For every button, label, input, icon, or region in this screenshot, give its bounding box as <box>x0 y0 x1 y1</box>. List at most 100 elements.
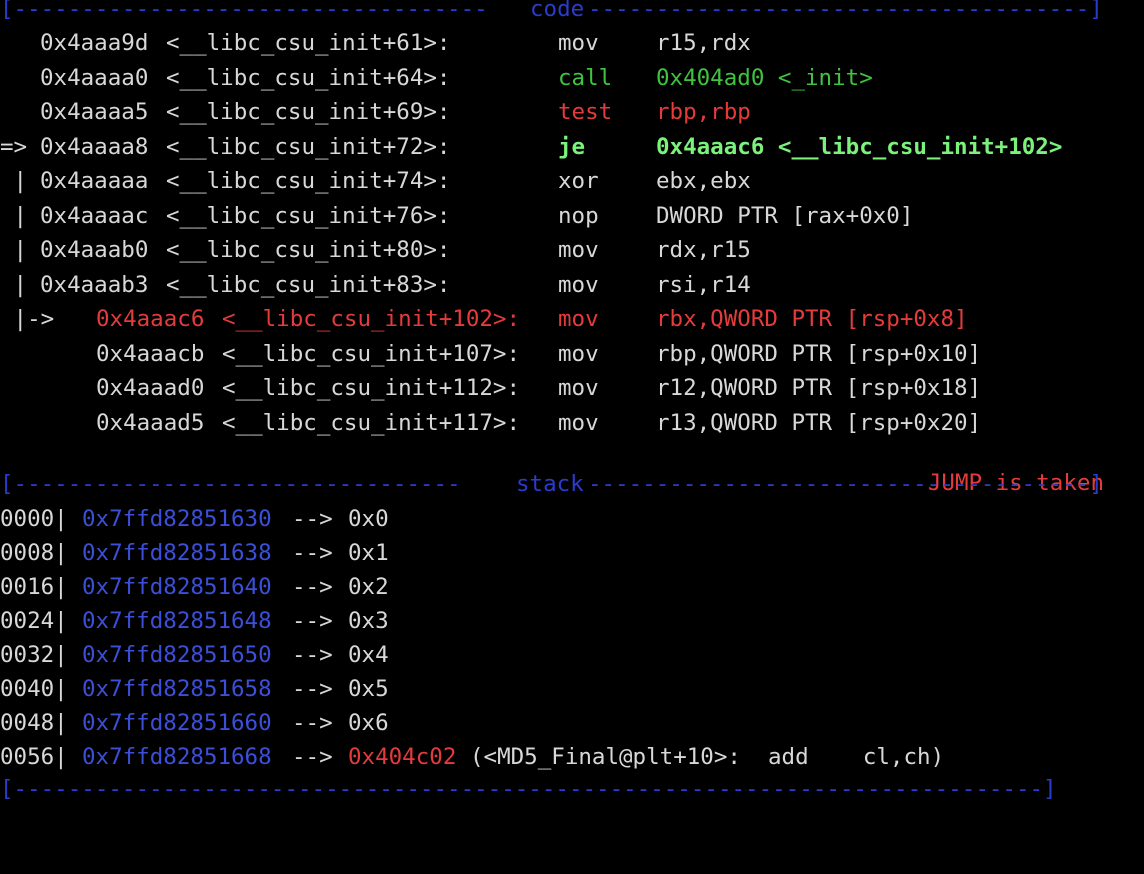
stack-address: 0x7ffd82851668 <box>82 744 272 770</box>
code-line: 0x4aaaa5 <__libc_csu_init+69>: test rbp,rbp <box>0 95 1144 129</box>
code-symbol: <__libc_csu_init+112>: <box>222 375 521 401</box>
stack-arrow: --> <box>292 676 333 702</box>
code-address: 0x4aaad0 <box>96 375 205 401</box>
stack-value: 0x0 <box>348 506 389 532</box>
code-mnemonic: nop <box>558 202 599 229</box>
code-marker: | <box>0 202 28 229</box>
stack-line: 0032| 0x7ffd82851650 --> 0x4 <box>0 638 1144 672</box>
code-line: | 0x4aaab0 <__libc_csu_init+80>: mov rdx,r15 <box>0 233 1144 267</box>
stack-address: 0x7ffd82851660 <box>82 710 272 736</box>
code-operands: rbx,QWORD PTR [rsp+0x8] <box>656 306 968 332</box>
stack-value: 0x5 <box>348 676 389 702</box>
stack-arrow: --> <box>292 506 333 532</box>
code-address: 0x4aaab0 <box>40 237 149 263</box>
stack-arrow: --> <box>292 540 333 566</box>
stack-line: 0016| 0x7ffd82851640 --> 0x2 <box>0 570 1144 604</box>
code-symbol: <__libc_csu_init+69>: <box>166 99 451 125</box>
stack-section-header: [--------------------------------- stack… <box>0 467 1144 501</box>
code-address: 0x4aaac6 <box>96 306 205 332</box>
code-line: | 0x4aaaaa <__libc_csu_init+74>: xor ebx,ebx <box>0 164 1144 198</box>
code-symbol: <__libc_csu_init+107>: <box>222 340 521 367</box>
code-symbol: <__libc_csu_init+76>: <box>166 202 451 229</box>
code-address: 0x4aaaa5 <box>40 99 149 125</box>
bottom-separator: [---------------------------------------… <box>0 776 1057 802</box>
code-address: 0x4aaacb <box>96 340 205 367</box>
stack-value: 0x404c02 <box>348 744 457 770</box>
jump-status-line: JUMP is taken <box>0 432 1144 496</box>
code-mnemonic: test <box>558 99 613 125</box>
stack-address: 0x7ffd82851640 <box>82 574 272 600</box>
stack-address: 0x7ffd82851658 <box>82 676 272 702</box>
code-symbol: <__libc_csu_init+74>: <box>166 168 451 194</box>
code-mnemonic: mov <box>558 375 599 401</box>
stack-offset: 0024| <box>0 608 68 634</box>
code-operands: rbp,QWORD PTR [rsp+0x10] <box>656 340 982 367</box>
code-mnemonic: mov <box>558 237 599 263</box>
stack-line: 0000| 0x7ffd82851630 --> 0x0 <box>0 502 1144 536</box>
code-line: => 0x4aaaa8 <__libc_csu_init+72>: je 0x4aaac… <box>0 130 1144 164</box>
code-operands: ebx,ebx <box>656 168 751 194</box>
code-line: 0x4aaa9d <__libc_csu_init+61>: mov r15,rdx <box>0 26 1144 60</box>
code-marker: | <box>0 237 28 263</box>
code-mnemonic: mov <box>558 306 599 332</box>
stack-offset: 0040| <box>0 676 68 702</box>
stack-offset: 0048| <box>0 710 68 736</box>
stack-header-title: stack <box>516 471 584 497</box>
code-header-title: code <box>530 0 585 22</box>
stack-address: 0x7ffd82851650 <box>82 642 272 668</box>
code-mnemonic: xor <box>558 168 599 194</box>
code-line: | 0x4aaab3 <__libc_csu_init+83>: mov rsi,r14 <box>0 268 1144 302</box>
code-symbol: <__libc_csu_init+72>: <box>166 133 451 160</box>
code-line: 0x4aaaa0 <__libc_csu_init+64>: call 0x404ad… <box>0 61 1144 95</box>
code-address: 0x4aaab3 <box>40 271 149 298</box>
stack-arrow: --> <box>292 744 333 770</box>
code-line: | 0x4aaaac <__libc_csu_init+76>: nop DWORD P… <box>0 199 1144 233</box>
code-symbol: <__libc_csu_init+83>: <box>166 271 451 298</box>
stack-offset: 0016| <box>0 574 68 600</box>
code-symbol: <__libc_csu_init+61>: <box>166 30 451 56</box>
stack-line: 0048| 0x7ffd82851660 --> 0x6 <box>0 706 1144 740</box>
code-line: 0x4aaacb <__libc_csu_init+107>: mov rbp,QWO… <box>0 337 1144 371</box>
code-marker: => <box>0 133 28 160</box>
stack-address: 0x7ffd82851638 <box>82 540 272 566</box>
code-line: 0x4aaad0 <__libc_csu_init+112>: mov r12,QWO… <box>0 371 1144 405</box>
code-address: 0x4aaa9d <box>40 30 149 56</box>
code-operands: r12,QWORD PTR [rsp+0x18] <box>656 375 982 401</box>
stack-value: 0x4 <box>348 642 389 668</box>
code-marker: | <box>0 168 28 194</box>
code-line: |-> 0x4aaac6 <__libc_csu_init+102>: mov rbx,… <box>0 302 1144 336</box>
code-symbol: <__libc_csu_init+64>: <box>166 64 451 91</box>
stack-address: 0x7ffd82851648 <box>82 608 272 634</box>
stack-value: 0x1 <box>348 540 389 566</box>
code-operands: 0x4aaac6 <__libc_csu_init+102> <box>656 133 1063 160</box>
code-address: 0x4aaaa8 <box>40 133 149 160</box>
stack-arrow: --> <box>292 608 333 634</box>
code-marker: | <box>0 271 28 298</box>
code-operands: rsi,r14 <box>656 271 751 298</box>
stack-offset: 0056| <box>0 744 68 770</box>
code-symbol: <__libc_csu_init+102>: <box>222 306 521 332</box>
stack-address: 0x7ffd82851630 <box>82 506 272 532</box>
code-operands: rbp,rbp <box>656 99 751 125</box>
stack-line: 0024| 0x7ffd82851648 --> 0x3 <box>0 604 1144 638</box>
code-operands: r15,rdx <box>656 30 751 56</box>
code-operands: DWORD PTR [rax+0x0] <box>656 202 914 229</box>
stack-line: 0008| 0x7ffd82851638 --> 0x1 <box>0 536 1144 570</box>
stack-line: 0040| 0x7ffd82851658 --> 0x5 <box>0 672 1144 706</box>
code-address: 0x4aaaac <box>40 202 149 229</box>
stack-arrow: --> <box>292 642 333 668</box>
stack-value: 0x2 <box>348 574 389 600</box>
stack-offset: 0032| <box>0 642 68 668</box>
code-mnemonic: call <box>558 64 613 91</box>
code-mnemonic: je <box>558 133 586 160</box>
stack-line: 0056| 0x7ffd82851668 --> 0x404c02 (<MD5_Fina… <box>0 740 1144 774</box>
stack-offset: 0000| <box>0 506 68 532</box>
code-address: 0x4aaaaa <box>40 168 149 194</box>
terminal-window: [----------------------------------- cod… <box>0 0 1144 810</box>
code-section-header: [----------------------------------- cod… <box>0 0 1144 26</box>
code-address: 0x4aaaa0 <box>40 64 149 91</box>
stack-annotation: (<MD5_Final@plt+10>: add cl,ch) <box>470 744 945 770</box>
code-mnemonic: mov <box>558 271 599 298</box>
stack-value: 0x3 <box>348 608 389 634</box>
code-operands: 0x404ad0 <_init> <box>656 64 873 91</box>
